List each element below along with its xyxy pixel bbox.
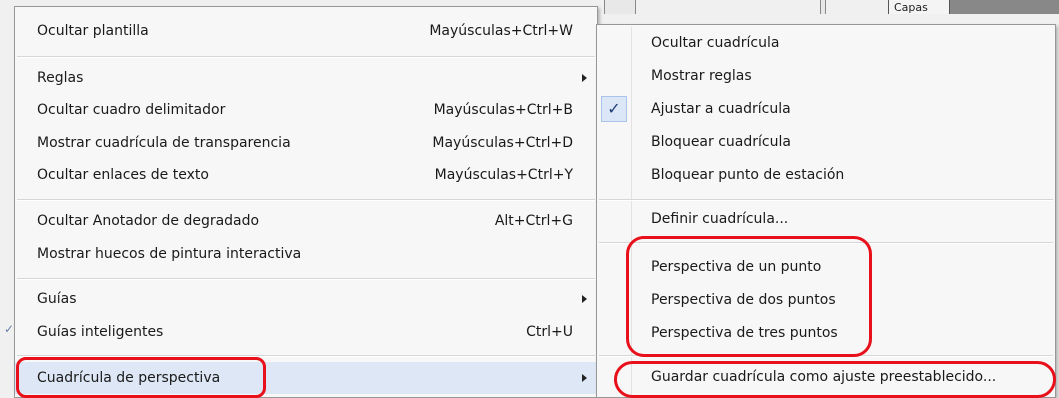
menu-item-label: Mostrar huecos de pintura interactiva (37, 246, 302, 262)
menu-item-label: Ajustar a cuadrícula (651, 101, 791, 117)
submenu-item-show-rulers[interactable]: Mostrar reglas (597, 60, 1055, 92)
menu-item-shortcut: Mayúsculas+Ctrl+W (429, 23, 573, 39)
menu-item-hide-template[interactable]: Ocultar plantilla Mayúsculas+Ctrl+W (15, 15, 597, 47)
submenu-item-lock-grid[interactable]: Bloquear cuadrícula (597, 126, 1055, 158)
submenu-arrow-icon (582, 74, 587, 82)
menu-item-label: Ocultar Anotador de degradado (37, 213, 260, 229)
menu-item-shortcut: Mayúsculas+Ctrl+D (432, 135, 573, 151)
menu-item-label: Definir cuadrícula... (651, 211, 789, 227)
menu-item-shortcut: Mayúsculas+Ctrl+Y (434, 167, 573, 183)
menu-item-shortcut: Alt+Ctrl+G (494, 213, 573, 229)
layers-panel-tab[interactable]: Capas (888, 0, 950, 14)
menu-separator (599, 199, 1053, 201)
menu-item-label: Mostrar cuadrícula de transparencia (37, 135, 291, 151)
highlight-ring-save-preset (614, 361, 1056, 398)
menu-item-hide-bounding-box[interactable]: Ocultar cuadro delimitador Mayúsculas+Ct… (15, 94, 597, 126)
menu-item-shortcut: Ctrl+U (526, 324, 573, 340)
menu-item-label: Bloquear punto de estación (651, 167, 845, 183)
menu-separator (17, 199, 595, 201)
menu-item-hide-gradient-annotator[interactable]: Ocultar Anotador de degradado Alt+Ctrl+G (15, 205, 597, 237)
background-panel-tab (604, 0, 636, 14)
menu-item-label: Guías (37, 291, 77, 307)
checkmark-icon: ✓ (601, 96, 627, 122)
menu-item-label: Ocultar cuadrícula (651, 35, 780, 51)
menu-item-shortcut: Mayúsculas+Ctrl+B (433, 102, 573, 118)
submenu-arrow-icon (582, 295, 587, 303)
menu-item-guides[interactable]: Guías (15, 283, 597, 315)
menu-item-show-transparency-grid[interactable]: Mostrar cuadrícula de transparencia Mayú… (15, 127, 597, 159)
submenu-item-define-grid[interactable]: Definir cuadrícula... (597, 203, 1055, 235)
highlight-ring-perspective-grid (16, 357, 266, 398)
highlight-ring-perspective-presets (626, 236, 872, 357)
menu-item-label: Bloquear cuadrícula (651, 134, 791, 150)
menu-item-show-live-paint-gaps[interactable]: Mostrar huecos de pintura interactiva (15, 238, 597, 270)
background-panel-tab (820, 0, 826, 14)
view-menu: Ocultar plantilla Mayúsculas+Ctrl+W Regl… (14, 6, 598, 398)
menu-item-label: Ocultar cuadro delimitador (37, 102, 226, 118)
menu-item-rulers[interactable]: Reglas (15, 62, 597, 94)
submenu-arrow-icon (582, 374, 587, 382)
menu-item-hide-text-threads[interactable]: Ocultar enlaces de texto Mayúsculas+Ctrl… (15, 159, 597, 191)
menu-item-label: Reglas (37, 70, 84, 86)
menu-item-smart-guides[interactable]: Guías inteligentes Ctrl+U (15, 316, 597, 348)
submenu-item-snap-to-grid[interactable]: ✓ Ajustar a cuadrícula (597, 93, 1055, 125)
menu-item-label: Ocultar enlaces de texto (37, 167, 209, 183)
menu-item-label: Ocultar plantilla (37, 23, 149, 39)
submenu-item-lock-station-point[interactable]: Bloquear punto de estación (597, 159, 1055, 191)
menu-item-label: Guías inteligentes (37, 324, 164, 340)
menu-separator (17, 278, 595, 280)
menu-separator (17, 56, 595, 58)
submenu-item-hide-grid[interactable]: Ocultar cuadrícula (597, 27, 1055, 59)
checkmark-icon: ✓ (4, 322, 15, 336)
menu-item-label: Mostrar reglas (651, 68, 752, 84)
